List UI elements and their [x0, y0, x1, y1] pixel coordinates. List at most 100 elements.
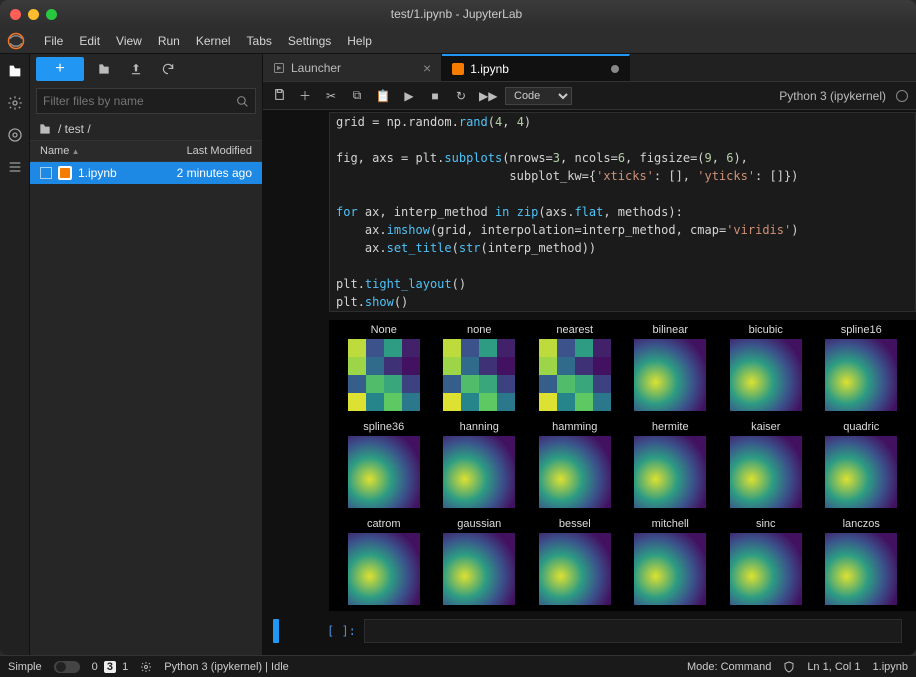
subplot-title: hermite	[652, 421, 689, 433]
active-file[interactable]: 1.ipynb	[873, 661, 908, 673]
subplot-title: nearest	[556, 324, 593, 336]
subplot-gaussian: gaussian	[437, 518, 523, 605]
menu-settings[interactable]: Settings	[280, 31, 339, 51]
menu-edit[interactable]: Edit	[71, 31, 108, 51]
subplot-title: bicubic	[749, 324, 783, 336]
file-filter-field[interactable]	[43, 94, 236, 108]
subplot-hanning: hanning	[437, 421, 523, 508]
window-titlebar: test/1.ipynb - JupyterLab	[0, 0, 916, 28]
tab-launcher[interactable]: Launcher ×	[263, 54, 442, 81]
subplot-hamming: hamming	[532, 421, 618, 508]
subplot-spline36: spline36	[341, 421, 427, 508]
subplot-title: none	[467, 324, 491, 336]
subplot-title: gaussian	[457, 518, 501, 530]
unsaved-dot-icon	[611, 65, 619, 73]
restart-icon[interactable]: ↻	[453, 89, 469, 103]
subplot-sinc: sinc	[723, 518, 809, 605]
activity-bar	[0, 54, 30, 655]
upload-icon[interactable]	[124, 57, 148, 81]
subplot-title: kaiser	[751, 421, 780, 433]
notebook-body[interactable]: grid = np.random.rand(4, 4) fig, axs = p…	[263, 110, 916, 655]
kernel-name[interactable]: Python 3 (ipykernel)	[779, 89, 886, 103]
launcher-icon	[273, 62, 285, 74]
run-all-icon[interactable]: ▶▶	[479, 89, 495, 103]
simple-mode-label: Simple	[8, 661, 42, 673]
tab-label: Launcher	[291, 61, 341, 75]
menu-help[interactable]: Help	[339, 31, 380, 51]
gear-icon[interactable]	[140, 661, 152, 673]
subplot-title: None	[371, 324, 397, 336]
subplot-nearest: nearest	[532, 324, 618, 411]
paste-icon[interactable]: 📋	[375, 89, 391, 103]
output-figure: Nonenonenearestbilinearbicubicspline16sp…	[329, 320, 916, 611]
subplot-title: bessel	[559, 518, 591, 530]
save-icon[interactable]	[271, 88, 287, 104]
mode-label: Mode: Command	[687, 661, 771, 673]
notebook-toolbar: ＋ ✂ ⧉ 📋 ▶ ■ ↻ ▶▶ Code Python 3 (ipykerne…	[263, 82, 916, 110]
trust-icon[interactable]	[783, 661, 795, 673]
code-cell[interactable]: grid = np.random.rand(4, 4) fig, axs = p…	[263, 112, 916, 611]
folder-icon	[38, 122, 52, 136]
close-window-icon[interactable]	[10, 9, 21, 20]
run-icon[interactable]: ▶	[401, 89, 417, 103]
notebook-icon	[58, 166, 72, 180]
subplot-title: catrom	[367, 518, 401, 530]
menu-run[interactable]: Run	[150, 31, 188, 51]
subplot-title: quadric	[843, 421, 879, 433]
kernel-status-label[interactable]: Python 3 (ipykernel) | Idle	[164, 661, 289, 673]
status-bar: Simple 0 3 1 Python 3 (ipykernel) | Idle…	[0, 655, 916, 677]
cursor-pos[interactable]: Ln 1, Col 1	[807, 661, 860, 673]
kernel-count: 1	[122, 661, 128, 673]
celltype-select[interactable]: Code	[505, 87, 572, 105]
main-content: Launcher × 1.ipynb ＋ ✂ ⧉ 📋 ▶ ■ ↻ ▶▶ Code	[263, 54, 916, 655]
tab-label: 1.ipynb	[470, 62, 509, 76]
toc-icon[interactable]	[6, 158, 24, 176]
new-launcher-button[interactable]: +	[36, 57, 84, 81]
tab-notebook[interactable]: 1.ipynb	[442, 54, 630, 81]
file-filter-input[interactable]	[36, 88, 256, 114]
jupyter-logo-icon[interactable]	[6, 31, 26, 51]
subplot-quadric: quadric	[819, 421, 905, 508]
menu-tabs[interactable]: Tabs	[239, 31, 280, 51]
files-icon[interactable]	[6, 62, 24, 80]
running-icon[interactable]	[6, 94, 24, 112]
subplot-spline16: spline16	[819, 324, 905, 411]
empty-code-cell[interactable]: [ ]:	[263, 619, 916, 643]
subplot-catrom: catrom	[341, 518, 427, 605]
cut-icon[interactable]: ✂	[323, 89, 339, 103]
subplot-kaiser: kaiser	[723, 421, 809, 508]
close-icon[interactable]: ×	[423, 60, 431, 76]
subplot-hermite: hermite	[628, 421, 714, 508]
subplot-title: spline16	[841, 324, 882, 336]
copy-icon[interactable]: ⧉	[349, 88, 365, 103]
window-title: test/1.ipynb - JupyterLab	[57, 7, 856, 21]
commands-icon[interactable]	[6, 126, 24, 144]
subplot-None: None	[341, 324, 427, 411]
new-folder-icon[interactable]	[92, 57, 116, 81]
file-modified: 2 minutes ago	[177, 166, 252, 180]
file-browser-sidebar: + / test / Name Last Modified 1.ipynb 2 …	[30, 54, 263, 655]
stop-icon[interactable]: ■	[427, 89, 443, 103]
empty-code-editor[interactable]	[364, 619, 902, 643]
menu-view[interactable]: View	[108, 31, 150, 51]
kernel-status-icon[interactable]	[896, 90, 908, 102]
menu-bar: FileEditViewRunKernelTabsSettingsHelp	[0, 28, 916, 54]
menu-kernel[interactable]: Kernel	[188, 31, 239, 51]
col-modified[interactable]: Last Modified	[187, 145, 252, 157]
col-name[interactable]: Name	[40, 145, 79, 157]
simple-mode-toggle[interactable]	[54, 661, 80, 673]
subplot-title: hamming	[552, 421, 597, 433]
menu-file[interactable]: File	[36, 31, 71, 51]
refresh-icon[interactable]	[156, 57, 180, 81]
subplot-title: sinc	[756, 518, 776, 530]
input-prompt: [ ]:	[327, 624, 356, 638]
breadcrumb[interactable]: / test /	[30, 118, 262, 140]
add-cell-icon[interactable]: ＋	[297, 87, 313, 104]
notebook-icon	[452, 63, 464, 75]
file-row[interactable]: 1.ipynb 2 minutes ago	[30, 162, 262, 184]
window-controls	[10, 9, 57, 20]
minimize-window-icon[interactable]	[28, 9, 39, 20]
code-editor[interactable]: grid = np.random.rand(4, 4) fig, axs = p…	[329, 112, 916, 312]
breadcrumb-path[interactable]: / test /	[58, 122, 91, 136]
maximize-window-icon[interactable]	[46, 9, 57, 20]
